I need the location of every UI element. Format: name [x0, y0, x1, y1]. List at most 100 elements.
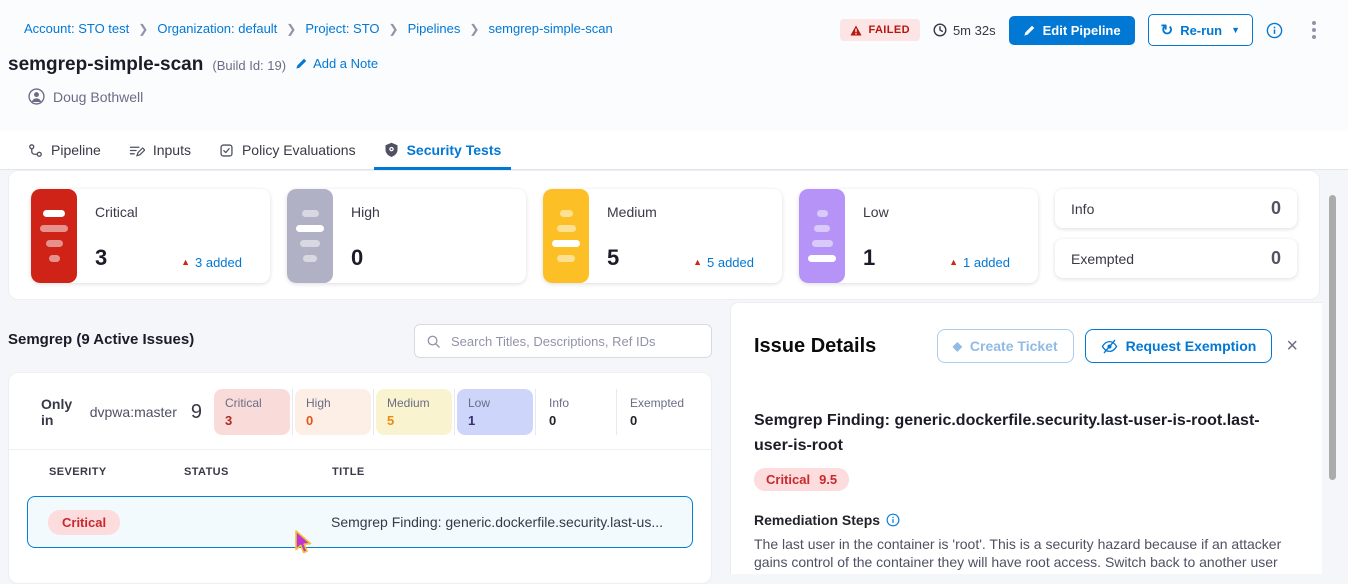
- request-exemption-label: Request Exemption: [1126, 338, 1257, 354]
- severity-card-critical: Critical 3 ▲ 3 added: [31, 189, 270, 283]
- tab-security-tests-label: Security Tests: [407, 142, 502, 158]
- column-header-status: STATUS: [184, 466, 332, 478]
- page-scrollbar[interactable]: [1329, 195, 1336, 480]
- severity-card-added: ▲ 1 added: [949, 255, 1010, 270]
- medium-severity-icon: [543, 189, 589, 283]
- exempted-value: 0: [1271, 248, 1281, 269]
- finding-title: Semgrep Finding: generic.dockerfile.secu…: [754, 409, 1282, 459]
- pill-divider: [373, 389, 374, 435]
- low-severity-icon: [799, 189, 845, 283]
- author-name: Doug Bothwell: [53, 89, 143, 105]
- security-shield-icon: [384, 142, 399, 158]
- severity-card-medium: Medium 5 ▲ 5 added: [543, 189, 782, 283]
- breadcrumb-item-project[interactable]: Project: STO: [305, 21, 379, 36]
- create-ticket-label: Create Ticket: [970, 338, 1058, 354]
- severity-card-count: 1: [863, 245, 875, 271]
- tab-inputs[interactable]: Inputs: [115, 131, 205, 169]
- issues-panel-title: Semgrep (9 Active Issues): [8, 331, 194, 348]
- filter-pill-low[interactable]: Low 1: [457, 389, 533, 435]
- breadcrumb-item-pipelines[interactable]: Pipelines: [408, 21, 461, 36]
- issue-row-selected[interactable]: Critical Semgrep Finding: generic.docker…: [27, 496, 693, 548]
- filter-row: Only in dvpwa:master 9 Critical 3 High 0…: [9, 373, 711, 450]
- filter-pill-exempted[interactable]: Exempted 0: [619, 389, 695, 435]
- remediation-body: The last user in the container is 'root'…: [754, 535, 1294, 574]
- pill-value: 1: [468, 413, 522, 428]
- status-badge: FAILED: [840, 19, 920, 41]
- filter-pill-info[interactable]: Info 0: [538, 389, 614, 435]
- column-header-severity: SEVERITY: [49, 466, 184, 478]
- info-label: Info: [1071, 201, 1094, 217]
- tab-policy-evaluations-label: Policy Evaluations: [242, 142, 356, 158]
- info-icon[interactable]: [1266, 22, 1283, 39]
- rerun-button[interactable]: ↻ Re-run ▼: [1148, 14, 1253, 46]
- create-ticket-button[interactable]: ◆ Create Ticket: [937, 329, 1074, 363]
- breadcrumb-item-organization[interactable]: Organization: default: [157, 21, 277, 36]
- breadcrumb-item-account[interactable]: Account: STO test: [24, 21, 129, 36]
- pipeline-icon: [28, 143, 43, 158]
- chevron-right-icon: ❯: [138, 22, 148, 36]
- duration-value: 5m 32s: [953, 23, 996, 38]
- severity-card-high: High 0: [287, 189, 526, 283]
- more-options-icon[interactable]: [1306, 17, 1322, 43]
- breadcrumb: Account: STO test ❯ Organization: defaul…: [24, 21, 613, 36]
- tab-security-tests[interactable]: Security Tests: [370, 131, 516, 169]
- chevron-right-icon: ❯: [469, 22, 479, 36]
- filter-prefix: Only in: [41, 396, 85, 428]
- rerun-label: Re-run: [1180, 23, 1222, 38]
- severity-card-low: Low 1 ▲ 1 added: [799, 189, 1038, 283]
- column-header-title: TITLE: [332, 466, 711, 478]
- severity-badge: Critical: [48, 510, 120, 535]
- pill-value: 0: [306, 413, 360, 428]
- search-box[interactable]: [414, 324, 712, 358]
- add-note-link[interactable]: Add a Note: [295, 56, 378, 71]
- close-icon[interactable]: ×: [1286, 336, 1298, 356]
- inputs-icon: [129, 143, 145, 158]
- request-exemption-button[interactable]: Request Exemption: [1085, 329, 1273, 363]
- search-input[interactable]: [449, 333, 700, 350]
- up-triangle-icon: ▲: [181, 257, 190, 267]
- edit-pipeline-label: Edit Pipeline: [1043, 23, 1121, 38]
- pill-value: 0: [549, 413, 603, 428]
- policy-check-icon: [219, 143, 234, 158]
- pill-divider: [292, 389, 293, 435]
- chevron-right-icon: ❯: [389, 22, 399, 36]
- pill-divider: [616, 389, 617, 435]
- page-title: semgrep-simple-scan: [8, 54, 203, 76]
- title-row: semgrep-simple-scan (Build Id: 19) Add a…: [8, 54, 378, 76]
- tab-policy-evaluations[interactable]: Policy Evaluations: [205, 131, 370, 169]
- clock-icon: [933, 23, 947, 37]
- severity-card-added-label: 3 added: [195, 255, 242, 270]
- filter-pill-medium[interactable]: Medium 5: [376, 389, 452, 435]
- pill-divider: [535, 389, 536, 435]
- status-badge-label: FAILED: [868, 24, 910, 36]
- info-icon[interactable]: [886, 513, 900, 527]
- filter-pill-critical[interactable]: Critical 3: [214, 389, 290, 435]
- author-row: Doug Bothwell: [28, 88, 143, 105]
- refresh-icon: ↻: [1161, 21, 1174, 39]
- duration: 5m 32s: [933, 23, 996, 38]
- page-header: Account: STO test ❯ Organization: defaul…: [0, 0, 1348, 131]
- severity-card-count: 0: [351, 245, 363, 271]
- chevron-right-icon: ❯: [286, 22, 296, 36]
- pencil-icon: [1023, 24, 1036, 37]
- tab-bar: Pipeline Inputs Policy Evaluations Secur…: [0, 131, 1348, 170]
- issues-table-header: SEVERITY STATUS TITLE: [9, 450, 711, 488]
- filter-target: dvpwa:master: [90, 404, 177, 420]
- edit-pipeline-button[interactable]: Edit Pipeline: [1009, 16, 1135, 45]
- breadcrumb-item-current[interactable]: semgrep-simple-scan: [488, 21, 612, 36]
- mouse-cursor: [294, 530, 314, 556]
- filter-pill-high[interactable]: High 0: [295, 389, 371, 435]
- header-actions: FAILED 5m 32s Edit Pipeline ↻ Re-run ▼: [840, 14, 1322, 46]
- issue-title-cell: Semgrep Finding: generic.dockerfile.secu…: [331, 514, 692, 530]
- severity-card-count: 3: [95, 245, 107, 271]
- search-icon: [426, 334, 441, 349]
- up-triangle-icon: ▲: [949, 257, 958, 267]
- tab-pipeline-label: Pipeline: [51, 142, 101, 158]
- filter-total-count: 9: [191, 401, 202, 424]
- info-value: 0: [1271, 198, 1281, 219]
- severity-score-value: 9.5: [819, 472, 837, 487]
- summary-side-cards: Info 0 Exempted 0: [1055, 189, 1297, 281]
- pill-label: Info: [549, 396, 603, 410]
- severity-card-label: Low: [863, 204, 1024, 220]
- tab-pipeline[interactable]: Pipeline: [14, 131, 115, 169]
